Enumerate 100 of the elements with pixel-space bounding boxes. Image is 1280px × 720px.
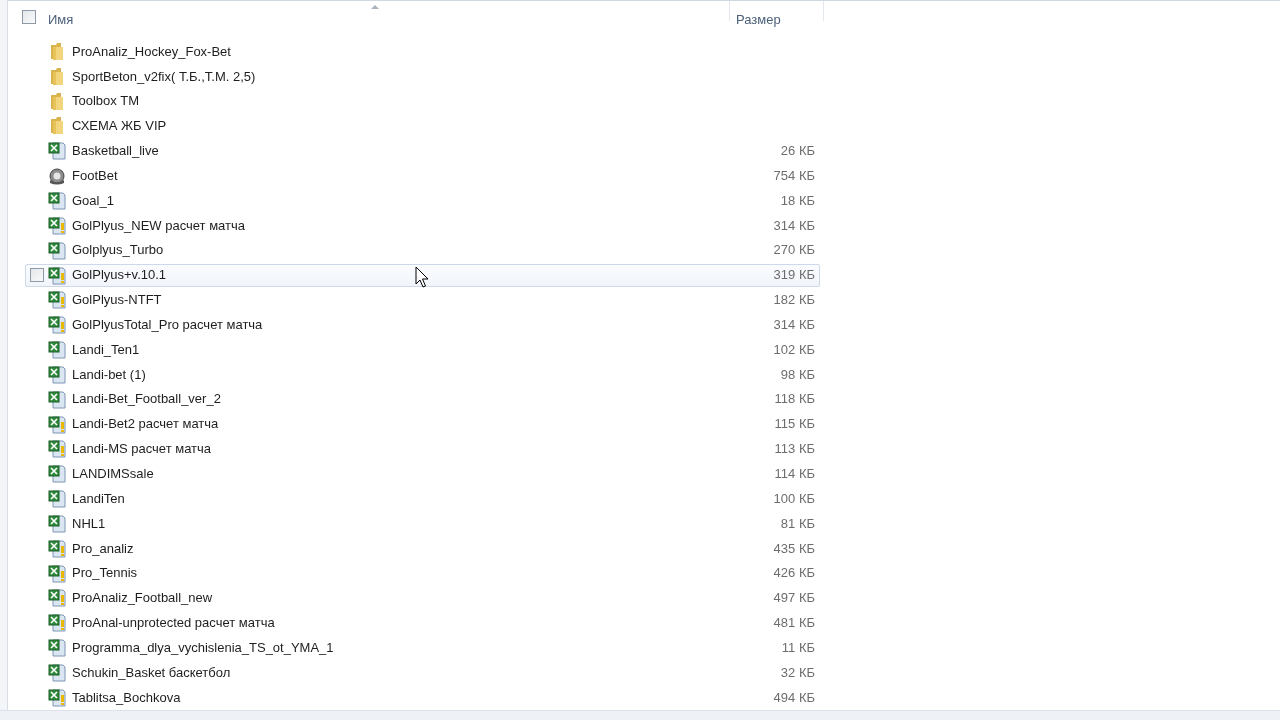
file-row[interactable]: ProAnaliz_Football_new 497 КБ bbox=[25, 586, 820, 610]
spreadsheet-file-icon bbox=[48, 364, 66, 384]
spreadsheet-file-icon bbox=[48, 513, 66, 533]
file-size: 81 КБ bbox=[780, 514, 815, 533]
file-row[interactable]: Landi-Bet2 расчет матча 115 КБ bbox=[25, 412, 820, 436]
file-size: 319 КБ bbox=[773, 266, 815, 285]
file-name[interactable]: Basketball_live bbox=[72, 141, 159, 161]
file-row[interactable]: Landi_Ten1 102 КБ bbox=[25, 338, 820, 362]
file-name[interactable]: LANDIMSsale bbox=[72, 464, 154, 484]
file-name[interactable]: LandiTen bbox=[72, 488, 125, 509]
file-row[interactable]: GolPlyus_NEW расчет матча 314 КБ bbox=[25, 213, 820, 237]
checkbox[interactable] bbox=[30, 268, 44, 282]
file-name[interactable]: Landi_Ten1 bbox=[72, 339, 140, 360]
file-name[interactable]: SportBeton_v2fix( Т.Б.,Т.М. 2,5) bbox=[72, 66, 256, 86]
file-row[interactable]: GolPlyusTotal_Pro расчет матча 314 КБ bbox=[25, 313, 820, 337]
folder-icon bbox=[48, 66, 66, 86]
spreadsheet-warning-file-icon bbox=[48, 439, 66, 459]
file-name[interactable]: Golplyus_Turbo bbox=[72, 240, 164, 260]
file-row[interactable]: Programma_dlya_vychislenia_TS_ot_YMA_1 11 КБ bbox=[25, 636, 820, 660]
size-column-header[interactable]: Размер bbox=[736, 10, 781, 30]
folder-icon bbox=[48, 116, 66, 136]
file-name[interactable]: NHL1 bbox=[72, 513, 106, 534]
file-size: 115 КБ bbox=[774, 415, 815, 434]
file-size: 113 КБ bbox=[774, 440, 815, 459]
file-row[interactable]: Schukin_Basket баскетбол 32 КБ bbox=[25, 661, 820, 684]
checkbox[interactable] bbox=[22, 10, 36, 24]
file-row[interactable]: СХЕМА ЖБ VIP bbox=[25, 114, 820, 138]
file-size: 754 КБ bbox=[773, 166, 815, 185]
file-name[interactable]: GolPlyus-NTFT bbox=[72, 290, 162, 310]
file-name[interactable]: Schukin_Basket баскетбол bbox=[72, 662, 231, 683]
file-size: 270 КБ bbox=[773, 241, 815, 260]
spreadsheet-warning-file-icon bbox=[48, 290, 66, 310]
file-size: 314 КБ bbox=[773, 315, 815, 334]
file-row[interactable]: LANDIMSsale 114 КБ bbox=[25, 462, 820, 486]
file-name[interactable]: GolPlyus_NEW расчет матча bbox=[72, 215, 245, 236]
file-row[interactable]: Pro_analiz 435 КБ bbox=[25, 536, 820, 560]
file-name[interactable]: Goal_1 bbox=[72, 190, 114, 211]
file-size: 497 КБ bbox=[773, 589, 815, 608]
spreadsheet-file-icon bbox=[48, 489, 66, 509]
file-size: 26 КБ bbox=[780, 142, 815, 161]
file-name[interactable]: Landi-Bet2 расчет матча bbox=[72, 414, 219, 434]
file-row[interactable]: FootBet 754 КБ bbox=[25, 164, 820, 188]
file-size: 118 КБ bbox=[774, 390, 815, 409]
spreadsheet-warning-file-icon bbox=[48, 538, 66, 558]
file-row[interactable]: Landi-MS расчет матча 113 КБ bbox=[25, 437, 820, 461]
spreadsheet-file-icon bbox=[48, 464, 66, 484]
file-row[interactable]: Tablitsa_Bochkova 494 КБ bbox=[25, 685, 820, 709]
file-name[interactable]: GolPlyus+v.10.1 bbox=[72, 265, 167, 285]
spreadsheet-warning-file-icon bbox=[48, 265, 66, 285]
file-row[interactable]: ProAnaliz_Hockey_Fox-Bet bbox=[25, 39, 820, 63]
file-size: 435 КБ bbox=[773, 539, 815, 558]
spreadsheet-file-icon bbox=[48, 663, 66, 682]
file-size: 11 КБ bbox=[781, 638, 815, 657]
spreadsheet-file-icon bbox=[48, 340, 66, 360]
name-column-header[interactable]: Имя bbox=[48, 10, 74, 30]
file-name[interactable]: Landi-Bet_Football_ver_2 bbox=[72, 389, 221, 409]
file-name[interactable]: ProAnaliz_Hockey_Fox-Bet bbox=[72, 41, 231, 62]
file-size: 98 КБ bbox=[780, 365, 815, 384]
file-row[interactable]: Basketball_live 26 КБ bbox=[25, 139, 820, 163]
file-row[interactable]: GolPlyus-NTFT 182 КБ bbox=[25, 288, 820, 312]
file-size: 102 КБ bbox=[773, 340, 815, 359]
spreadsheet-file-icon bbox=[48, 240, 66, 260]
file-name[interactable]: ProAnaliz_Football_new bbox=[72, 588, 213, 608]
file-name[interactable]: Pro_analiz bbox=[72, 538, 134, 559]
spreadsheet-warning-file-icon bbox=[48, 315, 66, 335]
file-row[interactable]: Landi-Bet_Football_ver_2 118 КБ bbox=[25, 387, 820, 411]
file-size: 426 КБ bbox=[773, 564, 815, 583]
file-name[interactable]: Landi-bet (1) bbox=[72, 364, 146, 385]
file-row[interactable]: NHL1 81 КБ bbox=[25, 511, 820, 535]
file-row[interactable]: Toolbox TM bbox=[25, 89, 820, 113]
file-name[interactable]: FootBet bbox=[72, 165, 118, 186]
spreadsheet-warning-file-icon bbox=[48, 588, 66, 608]
file-row[interactable]: Landi-bet (1) 98 КБ bbox=[25, 362, 820, 386]
file-size: 114 КБ bbox=[774, 465, 815, 483]
file-row[interactable]: LandiTen 100 КБ bbox=[25, 487, 820, 511]
file-name[interactable]: СХЕМА ЖБ VIP bbox=[72, 116, 167, 136]
spreadsheet-file-icon bbox=[48, 141, 66, 161]
file-row[interactable]: Pro_Tennis 426 КБ bbox=[25, 561, 820, 585]
gear-disc-icon bbox=[48, 166, 66, 186]
spreadsheet-warning-file-icon bbox=[48, 414, 66, 434]
file-name[interactable]: GolPlyusTotal_Pro расчет матча bbox=[72, 314, 263, 335]
spreadsheet-warning-file-icon bbox=[48, 215, 66, 235]
file-row[interactable]: GolPlyus+v.10.1 319 КБ bbox=[25, 263, 820, 287]
file-name[interactable]: Toolbox TM bbox=[72, 91, 139, 111]
folder-icon bbox=[48, 91, 66, 111]
spreadsheet-file-icon bbox=[48, 191, 66, 210]
file-size: 182 КБ bbox=[773, 291, 815, 310]
file-row[interactable]: SportBeton_v2fix( Т.Б.,Т.М. 2,5) bbox=[25, 64, 820, 88]
file-row[interactable]: ProAnal-unprotected расчет матча 481 КБ bbox=[25, 611, 820, 635]
file-row[interactable]: Golplyus_Turbo 270 КБ bbox=[25, 238, 820, 262]
file-name[interactable]: Programma_dlya_vychislenia_TS_ot_YMA_1 bbox=[72, 637, 334, 658]
file-name[interactable]: ProAnal-unprotected расчет матча bbox=[72, 613, 275, 633]
file-size: 481 КБ bbox=[773, 614, 815, 633]
spreadsheet-file-icon bbox=[48, 638, 66, 658]
file-name[interactable]: Landi-MS расчет матча bbox=[72, 439, 212, 459]
spreadsheet-warning-file-icon bbox=[48, 563, 66, 583]
file-size: 32 КБ bbox=[780, 663, 815, 682]
file-name[interactable]: Tablitsa_Bochkova bbox=[72, 687, 181, 708]
file-name[interactable]: Pro_Tennis bbox=[72, 563, 138, 583]
file-row[interactable]: Goal_1 18 КБ bbox=[25, 189, 820, 212]
